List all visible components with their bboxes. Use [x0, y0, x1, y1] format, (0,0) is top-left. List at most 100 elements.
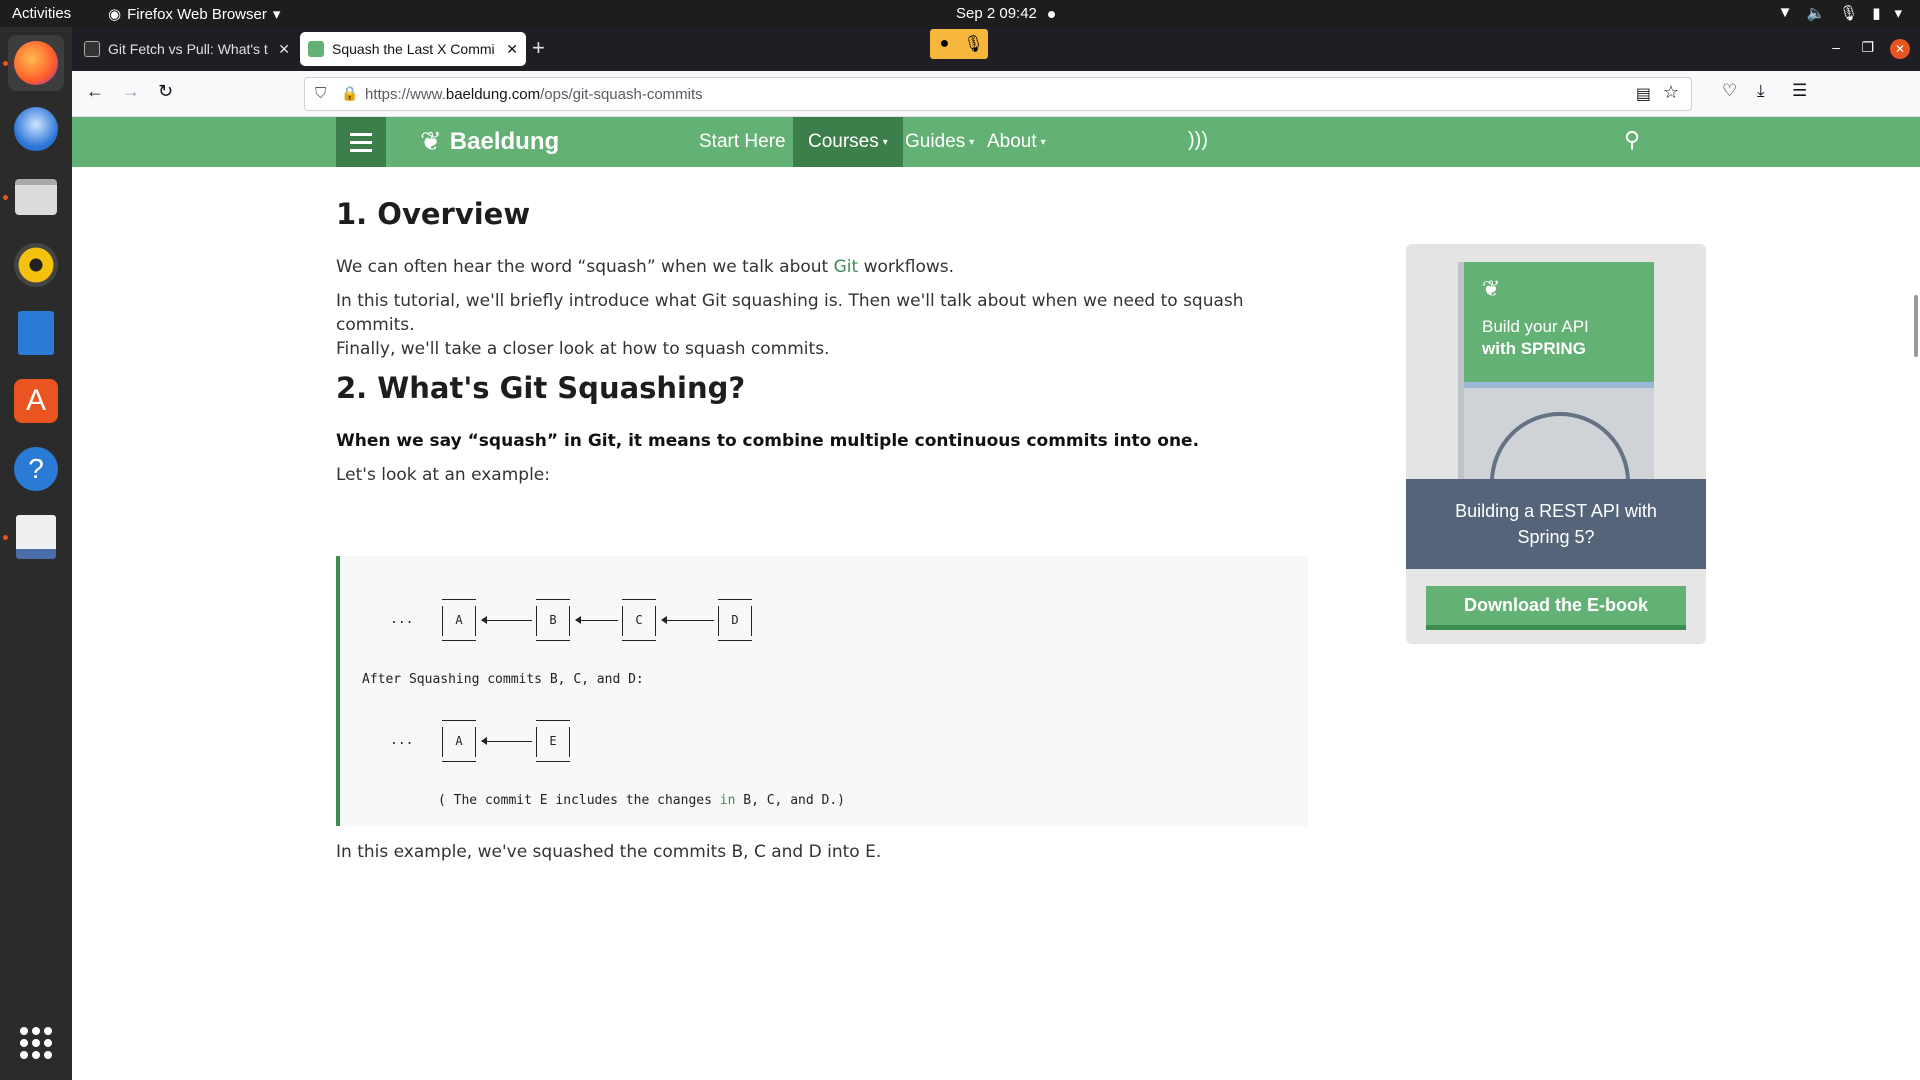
book-cover-image: ❦ Build your API with SPRING: [1406, 244, 1706, 552]
search-icon[interactable]: ⚲: [1624, 127, 1640, 153]
dock-thunderbird[interactable]: [8, 101, 64, 157]
tab-bar: Git Fetch vs Pull: What's t ✕ Squash the…: [72, 27, 1920, 71]
document-viewer-icon: [16, 515, 56, 559]
paragraph-conclusion: In this example, we've squashed the comm…: [336, 842, 882, 862]
book-cover-top: ❦ Build your API with SPRING: [1464, 262, 1654, 382]
tab-squash-commits[interactable]: Squash the Last X Commi ✕: [300, 32, 526, 66]
commit-arrow: [481, 616, 532, 624]
url-text[interactable]: https://www.baeldung.com/ops/git-squash-…: [365, 86, 703, 103]
system-top-bar: Activities ◉ Firefox Web Browser ▾ Sep 2…: [0, 0, 1920, 27]
tab-title: Git Fetch vs Pull: What's t: [108, 41, 268, 57]
dock-rhythmbox[interactable]: [8, 237, 64, 293]
ebook-ad[interactable]: ❦ Build your API with SPRING Building a …: [1406, 244, 1706, 644]
logo-text: Baeldung: [449, 127, 560, 155]
nav-courses[interactable]: Courses ▾: [793, 117, 903, 167]
code-block[interactable]: ... A B C D After Squashing commits B, C…: [336, 556, 1308, 826]
address-bar[interactable]: ⛉ 🔒 https://www.baeldung.com/ops/git-squ…: [304, 77, 1692, 111]
rss-icon[interactable]: ))): [1188, 129, 1208, 152]
commit-box: C: [622, 599, 656, 641]
menu-icon[interactable]: ☰: [1792, 81, 1807, 101]
heading-what-is-squashing: 2. What's Git Squashing?: [336, 371, 746, 405]
minimize-button[interactable]: –: [1832, 39, 1840, 55]
help-icon: ?: [14, 447, 58, 491]
nav-about[interactable]: About ▾: [972, 117, 1061, 167]
commit-box: E: [536, 720, 570, 762]
commit-box: D: [718, 599, 752, 641]
downloads-icon[interactable]: ⤓: [1757, 81, 1765, 101]
lock-icon[interactable]: 🔒: [341, 85, 358, 102]
rhythmbox-icon: [14, 243, 58, 287]
software-center-icon: A: [14, 379, 58, 423]
folder-icon: [15, 179, 57, 215]
navigation-toolbar: ← → ↻ ⛉ 🔒 https://www.baeldung.com/ops/g…: [72, 71, 1920, 117]
book-title-line1: Build your API: [1482, 317, 1589, 336]
new-tab-button[interactable]: +: [532, 35, 545, 61]
heading-overview: 1. Overview: [336, 197, 531, 231]
firefox-icon: ●: [939, 35, 950, 52]
paragraph-intro: We can often hear the word “squash” when…: [336, 257, 955, 277]
menu-chevron-icon: ▾: [1894, 5, 1902, 22]
commit-arrow: [661, 616, 714, 624]
commit-arrow: [575, 616, 618, 624]
git-link[interactable]: Git: [834, 257, 859, 277]
dock-help[interactable]: ?: [8, 441, 64, 497]
tab-git-fetch-vs-pull[interactable]: Git Fetch vs Pull: What's t ✕: [76, 32, 298, 66]
code-after-line: After Squashing commits B, C, and D:: [362, 672, 644, 687]
notification-dot: [1048, 11, 1055, 18]
thunderbird-icon: [14, 107, 58, 151]
bookmark-star-icon[interactable]: ☆: [1663, 82, 1679, 103]
book-title-line2: with SPRING: [1482, 339, 1586, 358]
app-menu[interactable]: ◉ Firefox Web Browser ▾: [108, 5, 281, 24]
dock-software[interactable]: A: [8, 373, 64, 429]
paragraph-definition: When we say “squash” in Git, it means to…: [336, 431, 1200, 451]
app-menu-label: Firefox Web Browser: [127, 5, 267, 23]
close-tab-icon[interactable]: ✕: [278, 41, 290, 58]
firefox-icon: [14, 41, 58, 85]
dock-firefox[interactable]: [8, 35, 64, 91]
dock-document-viewer[interactable]: [8, 509, 64, 565]
activities-button[interactable]: Activities: [12, 5, 71, 22]
site-logo[interactable]: ❦ Baeldung: [420, 126, 559, 157]
scrollbar-thumb[interactable]: [1914, 295, 1918, 357]
baeldung-favicon-icon: [308, 41, 324, 57]
tab-title: Squash the Last X Commi: [332, 41, 495, 57]
close-window-button[interactable]: ✕: [1890, 39, 1910, 59]
microphone-icon: 🎙: [963, 36, 984, 53]
close-tab-icon[interactable]: ✕: [506, 41, 518, 58]
download-ebook-button[interactable]: Download the E-book: [1426, 586, 1686, 630]
hamburger-menu-icon[interactable]: [336, 117, 386, 167]
caret-down-icon: ▾: [882, 136, 888, 148]
forward-button[interactable]: →: [122, 81, 140, 102]
dock: A ?: [0, 27, 72, 1080]
microphone-icon: 🎙: [1839, 5, 1859, 22]
paragraph-example-intro: Let's look at an example:: [336, 465, 550, 485]
clock[interactable]: Sep 2 09:42: [956, 5, 1037, 22]
sharing-indicator[interactable]: ● 🎙: [930, 29, 988, 59]
commit-box: B: [536, 599, 570, 641]
code-ellipsis: ...: [390, 612, 414, 627]
tracking-protection-icon[interactable]: ⛉: [315, 85, 326, 102]
commit-arrow: [481, 737, 532, 745]
running-indicator: [3, 61, 8, 66]
show-applications-icon[interactable]: [20, 1027, 52, 1059]
wifi-icon: ▼: [1777, 4, 1793, 21]
system-tray[interactable]: ▼ 🔈 🎙 ▮ ▾: [1778, 4, 1902, 22]
reader-view-icon[interactable]: ▤: [1636, 84, 1651, 104]
dock-files[interactable]: [8, 169, 64, 225]
browser-window: Git Fetch vs Pull: What's t ✕ Squash the…: [72, 27, 1920, 1080]
firefox-icon: ◉: [108, 6, 122, 23]
reload-button[interactable]: ↻: [158, 81, 173, 102]
paragraph-tutorial: In this tutorial, we'll briefly introduc…: [336, 291, 1244, 359]
running-indicator: [3, 535, 8, 540]
dock-writer[interactable]: [8, 305, 64, 361]
pocket-icon[interactable]: ♡: [1722, 81, 1737, 101]
maximize-button[interactable]: ❐: [1861, 39, 1874, 56]
chevron-down-icon: ▾: [272, 6, 281, 23]
site-navigation: ❦ Baeldung Start Here Courses ▾ Guides ▾ A…: [72, 117, 1920, 167]
writer-icon: [18, 311, 54, 355]
ebook-caption: Building a REST API with Spring 5?: [1406, 479, 1706, 569]
book: ❦ Build your API with SPRING: [1458, 262, 1654, 552]
nav-start-here[interactable]: Start Here: [684, 117, 801, 167]
commit-box: A: [442, 599, 476, 641]
back-button[interactable]: ←: [86, 81, 104, 102]
